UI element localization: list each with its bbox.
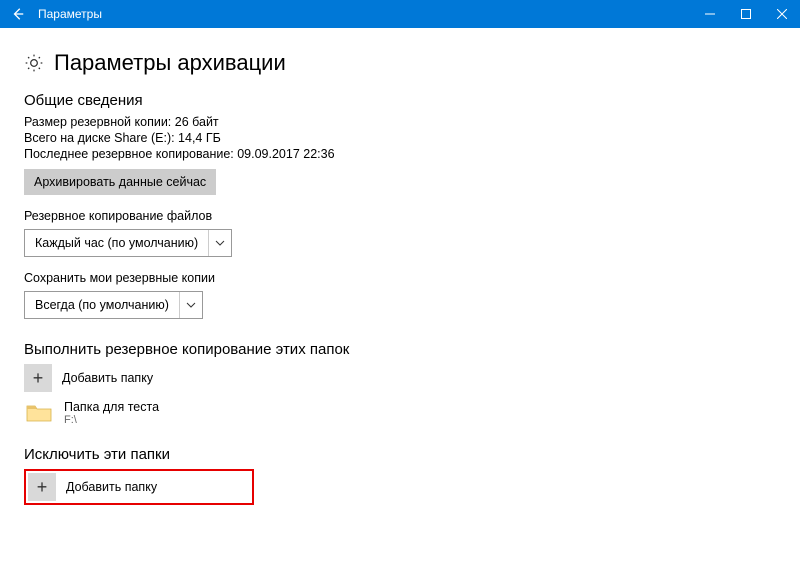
add-exclude-folder-button[interactable]: + Добавить папку xyxy=(28,473,157,501)
titlebar: Параметры xyxy=(0,0,800,28)
backup-now-button[interactable]: Архивировать данные сейчас xyxy=(24,169,216,195)
include-heading: Выполнить резервное копирование этих пап… xyxy=(24,341,776,358)
folder-name: Папка для теста xyxy=(64,400,159,414)
last-backup-line: Последнее резервное копирование: 09.09.2… xyxy=(24,147,776,161)
included-folder-item[interactable]: Папка для теста F:\ xyxy=(24,400,776,426)
retention-section: Сохранить мои резервные копии Всегда (по… xyxy=(24,271,776,319)
frequency-combo[interactable]: Каждый час (по умолчанию) xyxy=(24,229,232,257)
folder-icon xyxy=(24,401,54,425)
window-controls xyxy=(692,0,800,28)
exclude-section: Исключить эти папки + Добавить папку xyxy=(24,446,776,505)
plus-icon: + xyxy=(28,473,56,501)
close-icon xyxy=(777,9,787,19)
chevron-down-icon xyxy=(180,302,202,308)
folder-path: F:\ xyxy=(64,414,159,426)
retention-combo[interactable]: Всегда (по умолчанию) xyxy=(24,291,203,319)
include-section: Выполнить резервное копирование этих пап… xyxy=(24,341,776,426)
highlight-annotation: + Добавить папку xyxy=(24,469,254,505)
gear-icon xyxy=(24,53,44,73)
back-button[interactable] xyxy=(0,0,36,28)
minimize-button[interactable] xyxy=(692,0,728,28)
frequency-section: Резервное копирование файлов Каждый час … xyxy=(24,209,776,257)
frequency-selected: Каждый час (по умолчанию) xyxy=(25,236,208,250)
overview-heading: Общие сведения xyxy=(24,92,776,109)
chevron-down-icon xyxy=(209,240,231,246)
exclude-heading: Исключить эти папки xyxy=(24,446,776,463)
retention-selected: Всегда (по умолчанию) xyxy=(25,298,179,312)
close-button[interactable] xyxy=(764,0,800,28)
add-exclude-label: Добавить папку xyxy=(66,480,157,494)
disk-total-line: Всего на диске Share (E:): 14,4 ГБ xyxy=(24,131,776,145)
arrow-left-icon xyxy=(11,7,25,21)
window-title: Параметры xyxy=(36,7,692,21)
frequency-label: Резервное копирование файлов xyxy=(24,209,776,223)
page-title: Параметры архивации xyxy=(54,50,286,76)
add-include-label: Добавить папку xyxy=(62,371,153,385)
page-header: Параметры архивации xyxy=(24,50,776,76)
maximize-icon xyxy=(741,9,751,19)
minimize-icon xyxy=(705,9,715,19)
content: Параметры архивации Общие сведения Разме… xyxy=(0,28,800,517)
backup-size-line: Размер резервной копии: 26 байт xyxy=(24,115,776,129)
plus-icon: + xyxy=(24,364,52,392)
folder-info: Папка для теста F:\ xyxy=(64,400,159,426)
maximize-button[interactable] xyxy=(728,0,764,28)
retention-label: Сохранить мои резервные копии xyxy=(24,271,776,285)
overview-section: Общие сведения Размер резервной копии: 2… xyxy=(24,92,776,195)
add-include-folder-button[interactable]: + Добавить папку xyxy=(24,364,776,392)
